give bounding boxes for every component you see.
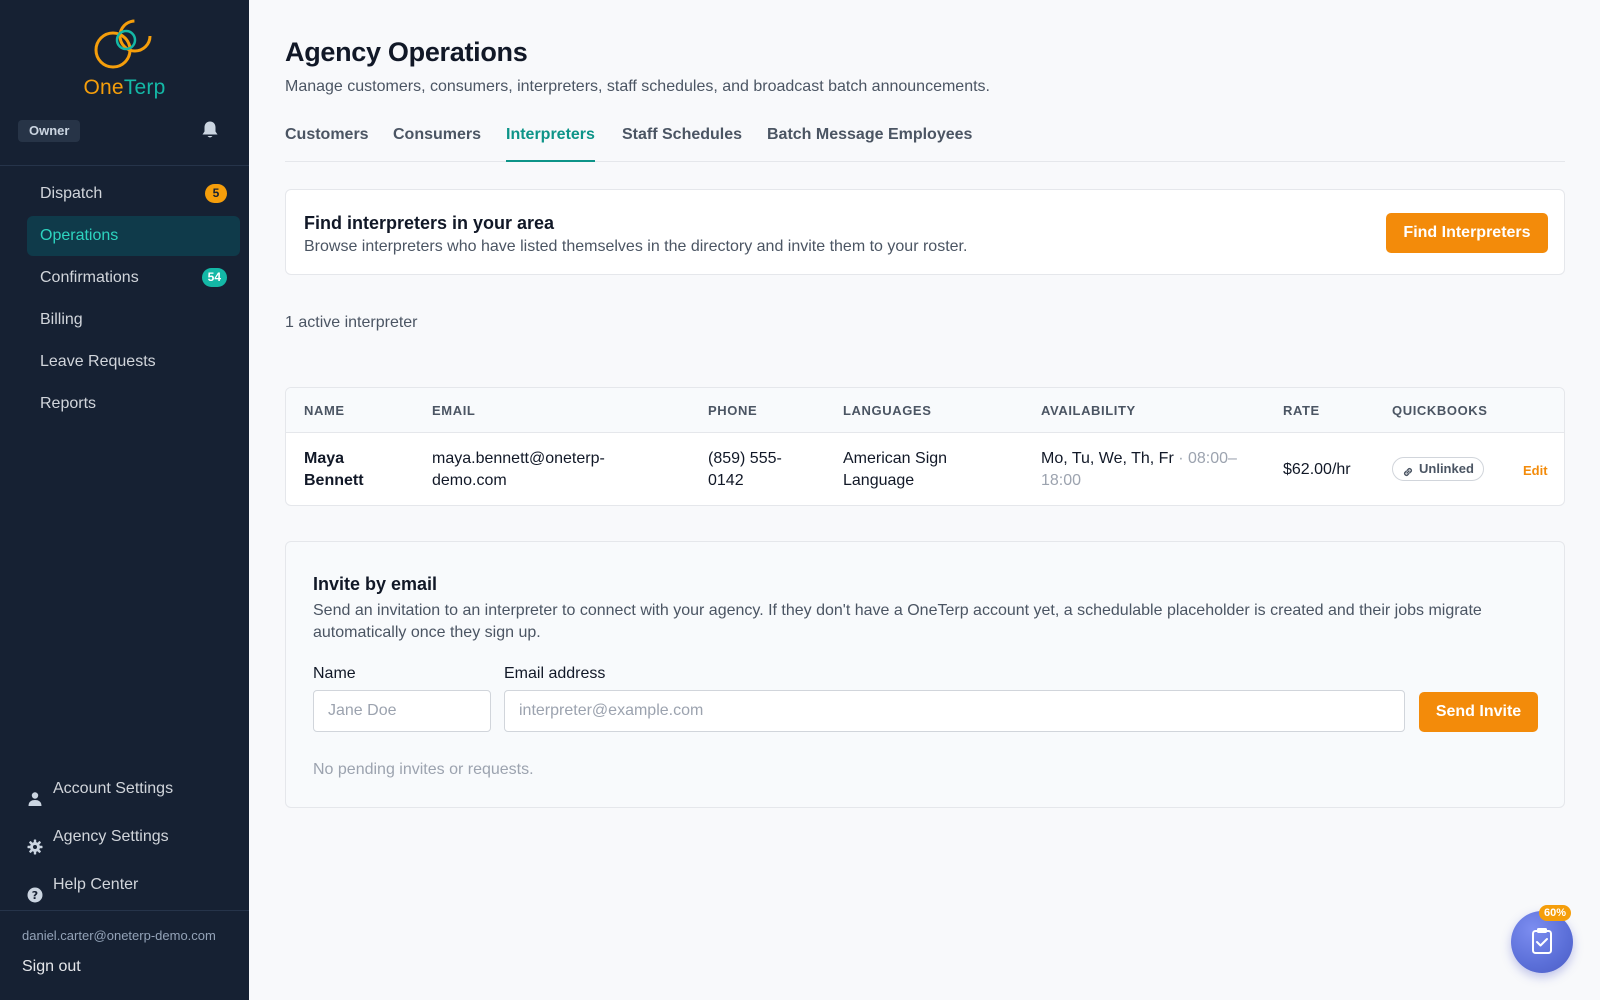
- quickbooks-status-label: Unlinked: [1419, 461, 1474, 476]
- gear-icon: [27, 829, 43, 855]
- svg-text:?: ?: [32, 889, 38, 902]
- sidebar: OneTerp Owner Dispatch 5 Operations Conf…: [0, 0, 249, 1000]
- sidebar-item-label: Leave Requests: [40, 353, 156, 370]
- email-field-label: Email address: [504, 665, 606, 682]
- tab-interpreters[interactable]: Interpreters: [506, 126, 595, 162]
- table-header: NAME EMAIL PHONE LANGUAGES AVAILABILITY …: [286, 388, 1564, 433]
- invite-by-email-card: Invite by email Send an invitation to an…: [285, 541, 1565, 808]
- quickbooks-status-badge[interactable]: Unlinked: [1392, 457, 1484, 481]
- sidebar-item-label: Reports: [40, 395, 97, 412]
- column-header-email: EMAIL: [432, 403, 476, 418]
- logo-text-one: One: [83, 76, 124, 99]
- progress-badge: 60%: [1539, 905, 1572, 921]
- cell-name-first: Maya: [304, 450, 345, 467]
- name-field-label: Name: [313, 665, 356, 682]
- column-header-languages: LANGUAGES: [843, 403, 932, 418]
- find-card-description: Browse interpreters who have listed them…: [304, 238, 968, 255]
- column-header-quickbooks: QUICKBOOKS: [1392, 403, 1488, 418]
- cell-name: Maya Bennett: [304, 448, 364, 492]
- interpreters-table: NAME EMAIL PHONE LANGUAGES AVAILABILITY …: [285, 387, 1565, 506]
- column-header-name: NAME: [304, 403, 345, 418]
- availability-time-end: 18:00: [1041, 472, 1082, 489]
- tab-staff-schedules[interactable]: Staff Schedules: [622, 126, 742, 162]
- confirmations-count-badge: 54: [201, 268, 227, 287]
- page-subtitle: Manage customers, consumers, interpreter…: [285, 78, 990, 95]
- cell-email-line2: demo.com: [432, 472, 507, 489]
- sidebar-item-confirmations[interactable]: Confirmations 54: [27, 258, 240, 298]
- sign-out-link[interactable]: Sign out: [22, 958, 81, 976]
- tab-batch-message-employees[interactable]: Batch Message Employees: [767, 126, 972, 162]
- cell-email: maya.bennett@oneterp- demo.com: [432, 448, 605, 492]
- invite-title: Invite by email: [313, 574, 438, 594]
- logo-text-terp: Terp: [123, 76, 166, 99]
- find-card-title: Find interpreters in your area: [304, 213, 555, 233]
- active-interpreter-count: 1 active interpreter: [285, 314, 418, 331]
- cell-phone-line2: 0142: [708, 472, 744, 489]
- cell-languages-line1: American Sign: [843, 450, 948, 467]
- sidebar-item-label: Confirmations: [40, 269, 139, 286]
- help-icon: ?: [27, 877, 43, 903]
- cell-rate: $62.00/hr: [1283, 461, 1351, 478]
- availability-time-start: 08:00–: [1188, 450, 1237, 467]
- find-interpreters-button[interactable]: Find Interpreters: [1386, 213, 1548, 253]
- sidebar-item-help-center[interactable]: ? Help Center: [27, 863, 240, 907]
- sidebar-item-leave-requests[interactable]: Leave Requests: [27, 342, 240, 382]
- sidebar-item-agency-settings[interactable]: Agency Settings: [27, 815, 240, 859]
- tab-customers[interactable]: Customers: [285, 126, 369, 162]
- role-badge: Owner: [18, 120, 81, 142]
- sidebar-item-label: Account Settings: [53, 780, 174, 797]
- invite-name-input[interactable]: [313, 690, 491, 732]
- sidebar-item-account-settings[interactable]: Account Settings: [27, 767, 240, 811]
- cell-languages-line2: Language: [843, 472, 915, 489]
- oneterp-logo[interactable]: OneTerp: [0, 14, 249, 102]
- dispatch-count-badge: 5: [205, 184, 227, 203]
- bell-icon[interactable]: [201, 120, 221, 142]
- sidebar-item-reports[interactable]: Reports: [27, 384, 240, 424]
- availability-days: Mo, Tu, We, Th, Fr: [1041, 450, 1174, 467]
- sidebar-item-label: Dispatch: [40, 185, 103, 202]
- invite-description: Send an invitation to an interpreter to …: [313, 602, 1482, 641]
- tab-consumers[interactable]: Consumers: [393, 126, 481, 162]
- operations-tabs: Customers Consumers Interpreters Staff S…: [285, 122, 1565, 162]
- find-interpreters-card: Find interpreters in your area Browse in…: [285, 189, 1565, 275]
- pending-invites-status: No pending invites or requests.: [313, 761, 534, 778]
- sidebar-item-billing[interactable]: Billing: [27, 300, 240, 340]
- cell-phone: (859) 555- 0142: [708, 448, 782, 492]
- invite-email-input[interactable]: [504, 690, 1405, 732]
- sidebar-item-label: Agency Settings: [53, 828, 169, 845]
- logo-mark-icon: [94, 19, 152, 69]
- column-header-rate: RATE: [1283, 403, 1320, 418]
- column-header-phone: PHONE: [708, 403, 758, 418]
- cell-name-last: Bennett: [304, 472, 364, 489]
- sidebar-item-dispatch[interactable]: Dispatch 5: [27, 174, 240, 214]
- sidebar-item-operations[interactable]: Operations: [27, 216, 240, 256]
- link-icon: [1402, 463, 1414, 485]
- logo-text: OneTerp: [0, 76, 249, 100]
- sidebar-item-label: Help Center: [53, 876, 139, 893]
- sidebar-item-label: Operations: [40, 227, 119, 244]
- column-header-availability: AVAILABILITY: [1041, 403, 1136, 418]
- edit-interpreter-link[interactable]: Edit: [1523, 463, 1548, 478]
- sidebar-item-label: Billing: [40, 311, 83, 328]
- sidebar-divider: [0, 165, 249, 166]
- cell-email-line1: maya.bennett@oneterp-: [432, 450, 605, 467]
- cell-phone-line1: (859) 555-: [708, 450, 782, 467]
- sidebar-nav: Dispatch 5 Operations Confirmations 54 B…: [27, 174, 240, 426]
- sidebar-divider: [0, 910, 249, 911]
- page-title: Agency Operations: [285, 37, 528, 67]
- user-icon: [27, 781, 43, 806]
- cell-availability: Mo, Tu, We, Th, Fr · 08:00– 18:00: [1041, 448, 1237, 492]
- cell-languages: American Sign Language: [843, 448, 947, 492]
- user-email: daniel.carter@oneterp-demo.com: [22, 928, 216, 943]
- sidebar-bottom-nav: Account Settings Agency Settings ? Help …: [27, 767, 240, 911]
- send-invite-button[interactable]: Send Invite: [1419, 692, 1538, 732]
- availability-separator: ·: [1173, 450, 1188, 467]
